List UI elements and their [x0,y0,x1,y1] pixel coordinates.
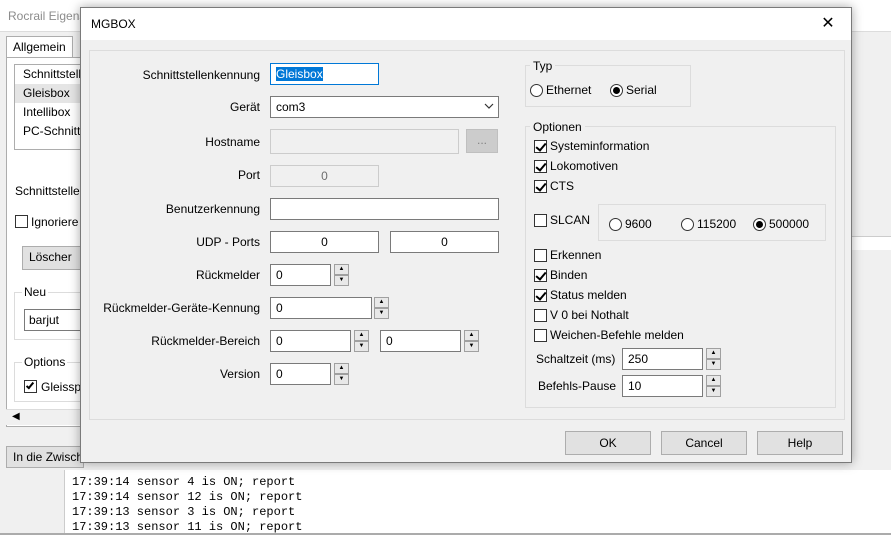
hostname-label: Hostname [205,135,260,149]
befehls-pause-input[interactable]: 10 [622,375,703,397]
serial-radio[interactable]: Serial [610,83,657,97]
ethernet-radio[interactable]: Ethernet [530,83,591,97]
rm-geraete-label: Rückmelder-Geräte-Kennung [103,301,260,315]
systeminformation-checkbox[interactable]: Systeminformation [534,139,649,153]
kennung-input[interactable]: Gleisbox [270,63,379,85]
schaltzeit-spinner[interactable]: ▲ ▼ [706,348,721,370]
right-panel [852,32,891,432]
rm-bereich-start-spinner[interactable]: ▲ ▼ [354,330,369,352]
spin-up-icon[interactable]: ▲ [706,348,721,359]
geraet-select[interactable]: com3 [270,96,499,118]
cancel-button[interactable]: Cancel [661,431,747,455]
spin-down-icon[interactable]: ▼ [354,341,369,352]
loeschen-button[interactable]: Löscher [22,246,84,270]
close-icon[interactable]: ✕ [805,8,851,40]
log-line: 17:39:14 sensor 12 is ON; report [72,490,303,504]
rueckmelder-spinner[interactable]: ▲ ▼ [334,264,349,286]
schnittstellen-label: Schnittsteller [15,184,84,198]
zwischenablage-button[interactable]: In die Zwisch [6,446,84,468]
tab-allgemein[interactable]: Allgemein [6,36,73,58]
rueckmelder-input[interactable]: 0 [270,264,331,286]
benutzer-label: Benutzerkennung [165,202,260,216]
befehls-pause-label: Befehls-Pause [538,379,617,393]
spin-up-icon[interactable]: ▲ [706,375,721,386]
spin-down-icon[interactable]: ▼ [706,359,721,370]
spin-down-icon[interactable]: ▼ [464,341,479,352]
typ-legend: Typ [530,59,556,73]
chevron-down-icon [484,103,494,109]
rm-geraete-spinner[interactable]: ▲ ▼ [374,297,389,319]
version-spinner[interactable]: ▲ ▼ [334,363,349,385]
weichen-befehle-checkbox[interactable]: Weichen-Befehle melden [534,328,684,342]
udp-label: UDP - Ports [196,235,260,249]
neu-label: Neu [22,285,49,299]
dialog-title: MGBOX [91,17,136,31]
spin-down-icon[interactable]: ▼ [374,308,389,319]
dialog-titlebar: MGBOX ✕ [81,8,851,40]
log-line: 17:39:14 sensor 4 is ON; report [72,475,296,489]
schaltzeit-input[interactable]: 250 [622,348,703,370]
spin-up-icon[interactable]: ▲ [374,297,389,308]
benutzer-input[interactable] [270,198,499,220]
geraet-value: com3 [276,100,306,114]
mgbox-dialog: MGBOX ✕ Schnittstellenkennung Gleisbox G… [80,7,852,463]
geraet-label: Gerät [229,100,260,114]
rm-bereich-end-input[interactable]: 0 [380,330,461,352]
hostname-browse-button[interactable]: ... [466,129,498,153]
ok-button[interactable]: OK [565,431,651,455]
log-output: 17:39:14 sensor 4 is ON; report 17:39:14… [64,470,891,534]
horizontal-scrollbar[interactable]: ◀ [6,409,84,425]
rm-bereich-end-spinner[interactable]: ▲ ▼ [464,330,479,352]
help-button[interactable]: Help [757,431,843,455]
port-label: Port [237,168,260,182]
spin-up-icon[interactable]: ▲ [464,330,479,341]
spin-up-icon[interactable]: ▲ [334,363,349,374]
rm-bereich-label: Rückmelder-Bereich [151,334,260,348]
log-gutter [0,470,64,533]
cts-checkbox[interactable]: CTS [534,179,574,193]
spin-up-icon[interactable]: ▲ [354,330,369,341]
rueckmelder-label: Rückmelder [195,268,260,282]
v0-nothalt-checkbox[interactable]: V 0 bei Nothalt [534,308,629,322]
hostname-input[interactable] [270,129,459,154]
ignoriere-label: Ignoriere [31,215,79,229]
version-label: Version [219,367,260,381]
kennung-label: Schnittstellenkennung [142,68,260,82]
status-melden-checkbox[interactable]: Status melden [534,288,627,302]
slcan-checkbox[interactable]: SLCAN [534,213,590,227]
rm-bereich-start-input[interactable]: 0 [270,330,351,352]
binden-checkbox[interactable]: Binden [534,268,587,282]
log-line: 17:39:13 sensor 3 is ON; report [72,505,296,519]
befehls-pause-spinner[interactable]: ▲ ▼ [706,375,721,397]
udp-port-2-input[interactable]: 0 [390,231,499,253]
baud-115200-radio[interactable]: 115200 [681,217,736,231]
spin-down-icon[interactable]: ▼ [706,386,721,397]
schaltzeit-label: Schaltzeit (ms) [536,352,616,366]
right-panel-row [852,236,891,250]
baud-9600-radio[interactable]: 9600 [609,217,652,231]
lokomotiven-checkbox[interactable]: Lokomotiven [534,159,618,173]
erkennen-checkbox[interactable]: Erkennen [534,248,601,262]
ignoriere-checkbox[interactable] [15,215,28,228]
spin-down-icon[interactable]: ▼ [334,374,349,385]
version-input[interactable]: 0 [270,363,331,385]
port-input[interactable]: 0 [270,165,379,187]
gleisspa-checkbox[interactable] [24,380,37,393]
baud-500000-radio[interactable]: 500000 [753,217,809,231]
optionen-legend: Optionen [530,120,585,134]
udp-port-1-input[interactable]: 0 [270,231,379,253]
scroll-left-icon[interactable]: ◀ [12,411,20,422]
rm-geraete-input[interactable]: 0 [270,297,372,319]
spin-down-icon[interactable]: ▼ [334,275,349,286]
spin-up-icon[interactable]: ▲ [334,264,349,275]
